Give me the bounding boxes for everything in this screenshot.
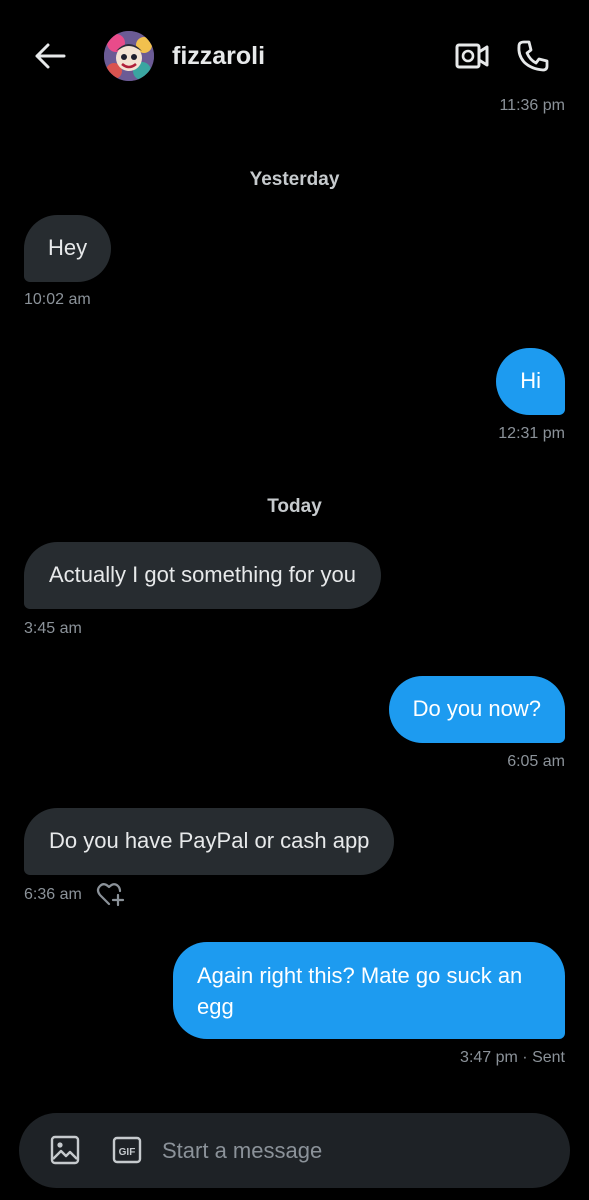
add-image-button[interactable] [49,1134,81,1166]
image-icon [50,1135,80,1165]
incoming-message-bubble[interactable]: Hey [24,215,112,282]
message-timestamp: 3:45 am [24,620,82,637]
avatar[interactable] [104,31,154,81]
avatar-image [104,31,154,81]
gif-icon: GIF [112,1136,142,1164]
incoming-message-bubble[interactable]: Actually I got something for you [24,542,381,609]
react-button[interactable] [96,882,126,908]
incoming-message-bubble[interactable]: Do you have PayPal or cash app [24,808,395,875]
video-camera-icon [455,43,489,69]
day-separator: Yesterday [249,169,340,190]
conversation-header: fizzaroli [0,0,589,110]
arrow-left-icon [35,43,66,69]
back-button[interactable] [30,38,70,74]
add-gif-button[interactable]: GIF [112,1136,142,1164]
voice-call-button[interactable] [513,36,553,76]
outgoing-message-bubble[interactable]: Hi [496,348,565,415]
heart-plus-icon [96,883,125,907]
message-timestamp: 10:02 am [24,291,91,308]
voice-message-button[interactable] [514,1133,548,1167]
voice-waveform-icon [516,1134,544,1166]
outgoing-message-bubble[interactable]: Do you now? [388,676,565,743]
message-timestamp: 6:05 am [507,753,565,770]
message-composer: GIF [19,1113,570,1188]
svg-text:GIF: GIF [119,1147,136,1158]
phone-icon [517,40,549,72]
video-call-button[interactable] [452,38,492,74]
message-input[interactable] [162,1131,492,1171]
message-timestamp: 6:36 am [24,886,82,903]
conversation-username[interactable]: fizzaroli [172,40,265,72]
message-timestamp: 12:31 pm [498,425,565,442]
outgoing-message-bubble[interactable]: Again right this? Mate go suck an egg [173,942,565,1039]
message-timestamp: 11:36 pm [499,97,565,114]
message-timestamp: 3:47 pm · Sent [460,1049,565,1066]
day-separator: Today [267,496,322,517]
